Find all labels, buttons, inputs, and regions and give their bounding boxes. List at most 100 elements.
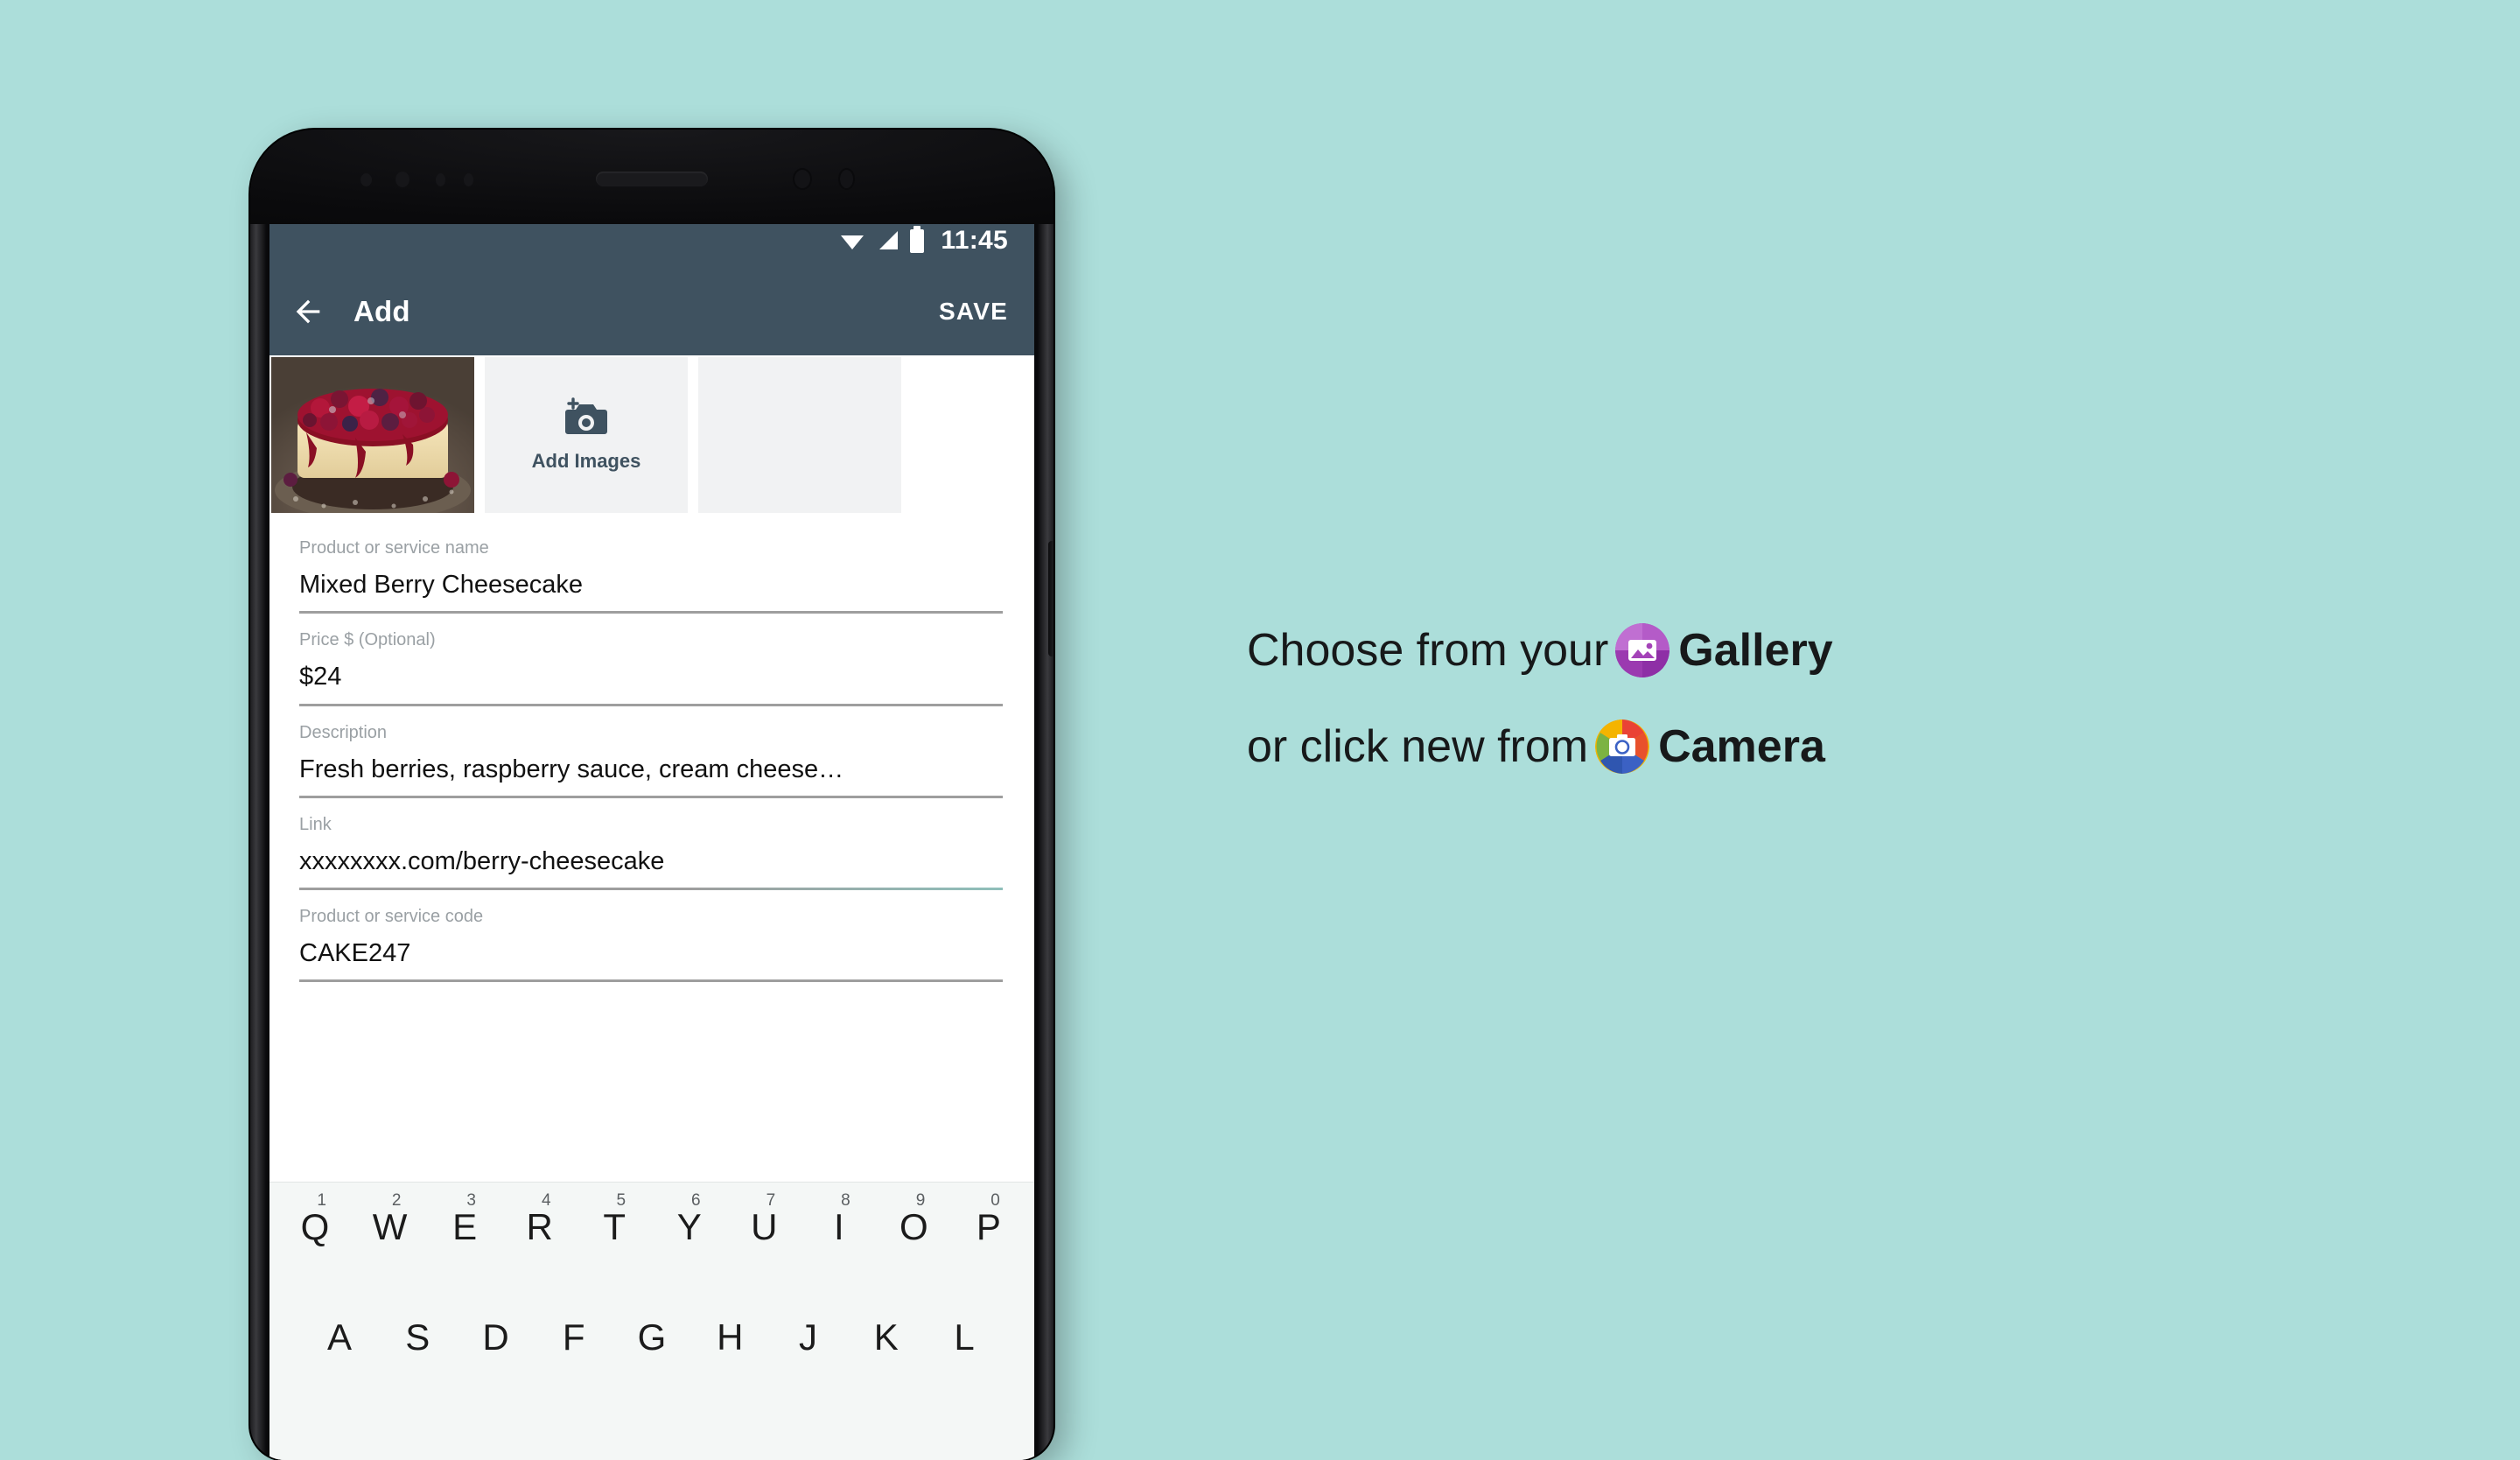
field-product-code: Product or service code CAKE247 — [299, 906, 1003, 983]
product-form: Product or service name Mixed Berry Chee… — [270, 515, 1034, 983]
field-underline — [299, 888, 1003, 890]
field-label: Description — [299, 722, 388, 742]
key-char: G — [637, 1316, 667, 1358]
description-input[interactable]: Fresh berries, raspberry sauce, cream ch… — [299, 754, 1003, 796]
key-t[interactable]: 5T — [581, 1191, 648, 1247]
price-input[interactable]: $24 — [299, 661, 1003, 703]
key-char: Y — [676, 1206, 702, 1247]
field-price: Price $ (Optional) $24 — [299, 629, 1003, 706]
google-photos-gallery-icon — [1615, 623, 1670, 677]
field-underline — [299, 611, 1003, 614]
status-clock: 11:45 — [941, 226, 1008, 255]
front-camera — [793, 168, 812, 190]
field-label: Link — [299, 814, 332, 834]
power-button[interactable] — [1048, 541, 1054, 656]
key-char: U — [751, 1206, 778, 1247]
key-char: O — [900, 1206, 928, 1247]
marketing-copy: Choose from your Gallery or click new fr… — [1247, 623, 2297, 774]
battery-icon — [910, 225, 925, 253]
phone-screen: 11:45 Add SAVE Add Images Product or ser… — [270, 214, 1034, 1460]
add-camera-icon — [565, 397, 607, 434]
led-indicator — [464, 173, 473, 186]
key-number: 0 — [990, 1191, 1000, 1210]
wifi-icon — [841, 235, 864, 249]
key-a[interactable]: A — [306, 1319, 373, 1356]
key-s[interactable]: S — [384, 1319, 451, 1356]
field-product-name: Product or service name Mixed Berry Chee… — [299, 537, 1003, 614]
key-i[interactable]: 8I — [806, 1191, 872, 1247]
key-p[interactable]: 0P — [956, 1191, 1022, 1247]
key-number: 6 — [691, 1191, 701, 1210]
product-image-thumbnail[interactable] — [271, 357, 474, 513]
key-k[interactable]: K — [853, 1319, 920, 1356]
key-char: W — [372, 1206, 408, 1247]
cellular-signal-icon — [879, 231, 899, 249]
iris-camera — [838, 168, 855, 190]
copy-line-2-strong: Camera — [1658, 720, 1825, 772]
keyboard-row-2: A S D F G H J K L — [270, 1246, 1034, 1356]
field-label: Price $ (Optional) — [299, 630, 436, 650]
key-y[interactable]: 6Y — [656, 1191, 723, 1247]
key-j[interactable]: J — [775, 1319, 842, 1356]
key-number: 1 — [317, 1191, 326, 1210]
key-char: D — [482, 1316, 509, 1358]
key-char: R — [526, 1206, 553, 1247]
add-images-button[interactable]: Add Images — [485, 357, 688, 513]
image-slot-empty[interactable] — [698, 357, 901, 513]
key-l[interactable]: L — [931, 1319, 998, 1356]
key-e[interactable]: 3E — [431, 1191, 498, 1247]
field-description: Description Fresh berries, raspberry sau… — [299, 722, 1003, 798]
product-code-input[interactable]: CAKE247 — [299, 937, 1003, 979]
key-number: 3 — [466, 1191, 476, 1210]
earpiece-speaker — [596, 172, 708, 186]
light-sensor — [396, 172, 410, 187]
key-number: 2 — [391, 1191, 402, 1210]
key-char: H — [717, 1316, 744, 1358]
key-number: 9 — [915, 1191, 926, 1210]
key-char: K — [873, 1316, 899, 1358]
key-char: E — [452, 1206, 478, 1247]
cheesecake-photo — [271, 357, 474, 513]
key-w[interactable]: 2W — [357, 1191, 424, 1247]
iris-sensor — [436, 173, 445, 186]
key-char: I — [833, 1206, 844, 1247]
key-char: S — [405, 1316, 430, 1358]
copy-line-1: Choose from your Gallery — [1247, 623, 2297, 677]
field-link: Link xxxxxxxx.com/berry-cheesecake — [299, 814, 1003, 890]
product-name-input[interactable]: Mixed Berry Cheesecake — [299, 569, 1003, 611]
key-f[interactable]: F — [541, 1319, 607, 1356]
key-char: P — [976, 1206, 1001, 1247]
key-number: 4 — [541, 1191, 551, 1210]
key-q[interactable]: 1Q — [282, 1191, 348, 1247]
status-icons: 11:45 — [840, 225, 1008, 256]
keyboard-row-1: 1Q 2W 3E 4R 5T 6Y 7U 8I 9O 0P — [270, 1183, 1034, 1246]
key-char: L — [954, 1316, 975, 1358]
key-g[interactable]: G — [619, 1319, 685, 1356]
key-d[interactable]: D — [463, 1319, 529, 1356]
link-input[interactable]: xxxxxxxx.com/berry-cheesecake — [299, 846, 1003, 888]
save-button[interactable]: SAVE — [939, 298, 1008, 326]
key-number: 8 — [841, 1191, 850, 1210]
key-u[interactable]: 7U — [731, 1191, 797, 1247]
google-camera-icon — [1595, 719, 1650, 774]
key-char: T — [603, 1206, 626, 1247]
proximity-sensor — [360, 173, 372, 186]
phone-mockup: 11:45 Add SAVE Add Images Product or ser… — [250, 130, 1054, 1460]
field-underline — [299, 795, 1003, 798]
key-char: Q — [300, 1206, 330, 1247]
copy-line-2: or click new from Camera — [1247, 719, 2297, 774]
copy-line-1-text: Choose from your — [1247, 624, 1609, 676]
key-h[interactable]: H — [696, 1319, 763, 1356]
copy-line-1-strong: Gallery — [1678, 624, 1833, 676]
key-r[interactable]: 4R — [507, 1191, 573, 1247]
app-bar: Add SAVE — [270, 268, 1034, 355]
key-o[interactable]: 9O — [880, 1191, 947, 1247]
field-label: Product or service name — [299, 538, 489, 558]
copy-line-2-text: or click new from — [1247, 720, 1589, 772]
key-number: 5 — [616, 1191, 626, 1210]
key-char: F — [562, 1316, 585, 1358]
back-arrow-icon[interactable] — [290, 294, 326, 329]
field-label: Product or service code — [299, 907, 484, 926]
key-number: 7 — [766, 1191, 776, 1210]
key-char: J — [799, 1316, 817, 1358]
